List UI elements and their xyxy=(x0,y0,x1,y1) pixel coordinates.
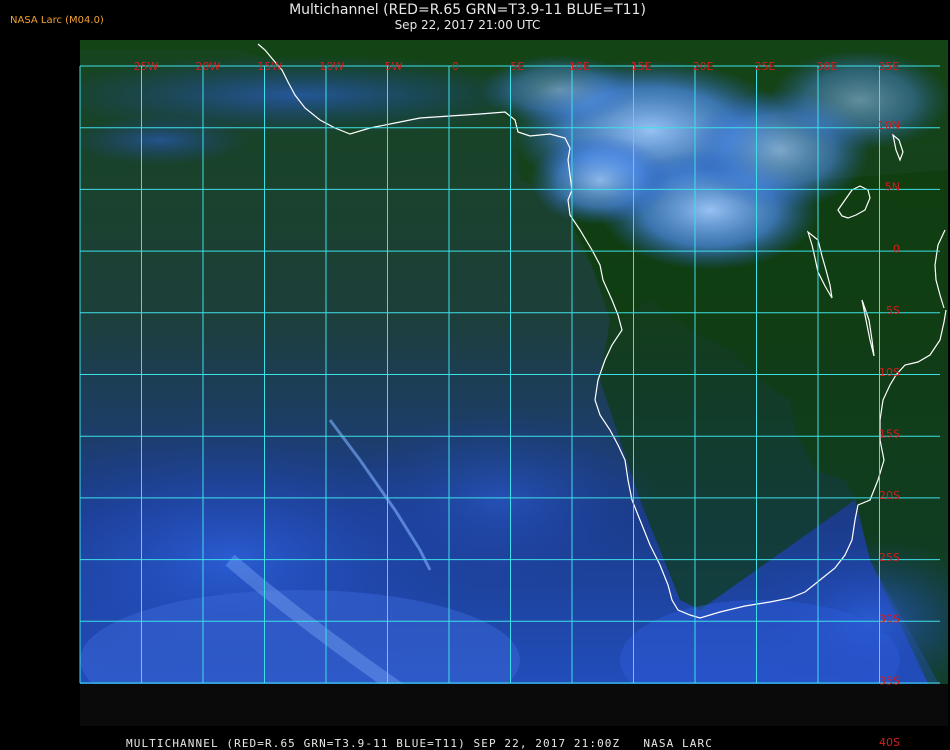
longitude-label: 20W xyxy=(195,60,220,73)
latitude-label: 30S xyxy=(879,613,900,626)
longitude-label: 5E xyxy=(510,60,524,73)
longitude-label: 0 xyxy=(452,60,459,73)
latitude-label: 0 xyxy=(893,242,900,255)
latitude-label: 40S xyxy=(879,736,900,749)
latitude-label: 15S xyxy=(879,428,900,441)
longitude-label: 10E xyxy=(569,60,590,73)
latitude-label: 20S xyxy=(879,489,900,502)
longitude-label: 25W xyxy=(134,60,159,73)
footer-caption: MULTICHANNEL (RED=R.65 GRN=T3.9-11 BLUE=… xyxy=(126,737,713,750)
longitude-label: 35E xyxy=(878,60,899,73)
satellite-map: 25W 20W 15W 10W 5W 0 5E 10E 15E 20E 25E 30E 35E 10N 5… xyxy=(79,40,948,749)
longitude-label: 20E xyxy=(693,60,714,73)
latitude-label: 10N xyxy=(878,119,900,132)
longitude-label: 10W xyxy=(319,60,344,73)
imagery-layer xyxy=(80,40,948,726)
latitude-label: 10S xyxy=(879,366,900,379)
longitude-label: 25E xyxy=(755,60,776,73)
longitude-label: 5W xyxy=(385,60,403,73)
latitude-label: 5S xyxy=(886,304,900,317)
longitude-label: 15E xyxy=(631,60,652,73)
latitude-label: 35S xyxy=(879,674,900,687)
latitude-label: 5N xyxy=(885,181,900,194)
longitude-label: 30E xyxy=(816,60,837,73)
longitude-label: 15W xyxy=(257,60,282,73)
latitude-label: 25S xyxy=(879,551,900,564)
